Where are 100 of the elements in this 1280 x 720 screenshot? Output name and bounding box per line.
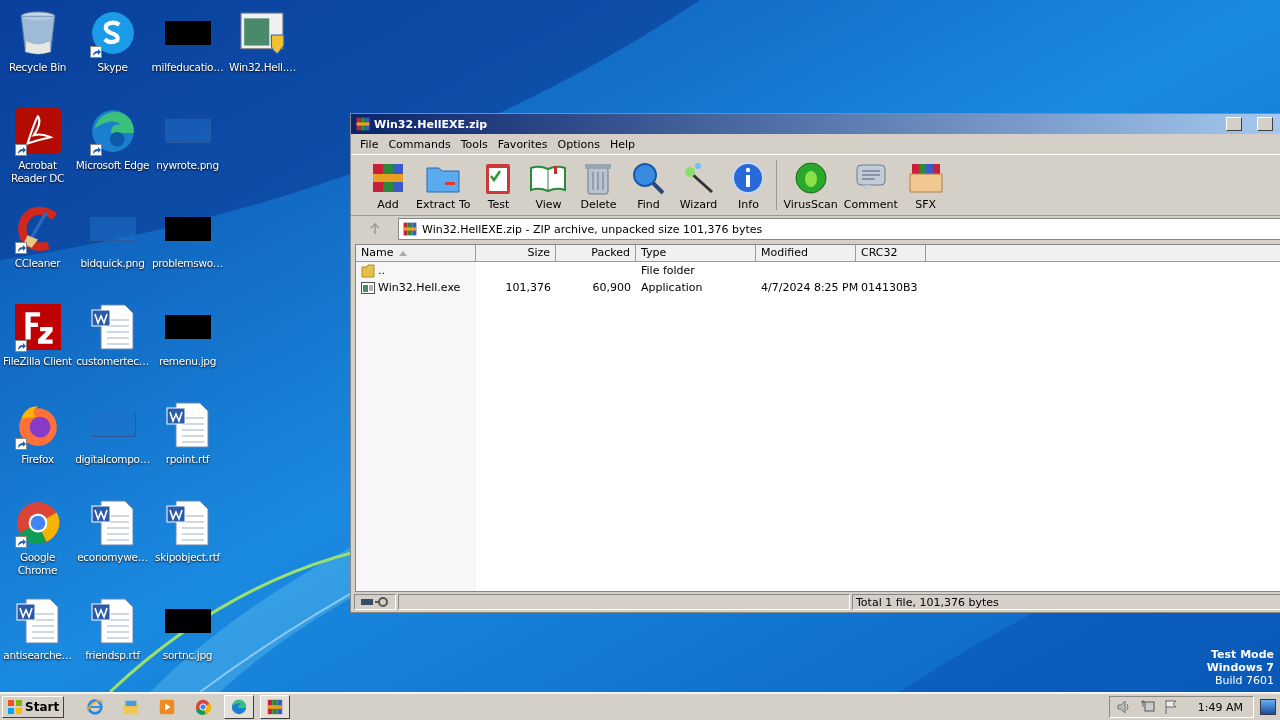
- up-arrow-icon: [370, 223, 380, 235]
- word-document-icon: [164, 402, 211, 448]
- os-build-text: Build 7601: [1214, 674, 1274, 687]
- menu-item[interactable]: File: [355, 137, 384, 151]
- column-header[interactable]: Name: [356, 245, 476, 262]
- shortcut-arrow-icon: [89, 144, 102, 156]
- toolbar-button[interactable]: Info: [723, 160, 774, 215]
- desktop-icon[interactable]: antisearche…: [0, 596, 75, 694]
- toolbar-button[interactable]: SFX: [900, 160, 951, 215]
- toolbar-button[interactable]: Extract To: [413, 160, 474, 215]
- file-row[interactable]: Win32.Hell.exe 101,376 60,900 Application 4/7/2024 8:25 PM 014130B3: [356, 279, 926, 296]
- application-icon: [361, 280, 375, 295]
- table-cell: 101,376: [505, 281, 551, 294]
- toolbar-button[interactable]: View: [523, 160, 574, 215]
- media-icon: [158, 698, 177, 716]
- table-cell: 4/7/2024 8:25 PM: [761, 281, 859, 294]
- desktop-icon[interactable]: Acrobat Reader DC: [0, 106, 75, 204]
- desktop-icon[interactable]: Recycle Bin: [0, 8, 75, 106]
- menu-item[interactable]: Help: [604, 137, 641, 151]
- skype-icon: [89, 10, 136, 56]
- folder-icon: [361, 263, 375, 278]
- start-button[interactable]: Start: [2, 696, 65, 718]
- desktop-icon[interactable]: milfeducatio…: [150, 8, 225, 106]
- word-document-icon: [14, 598, 61, 644]
- desktop-icon[interactable]: CCleaner: [0, 204, 75, 302]
- virus-icon: [792, 160, 829, 196]
- pdf-reader-icon: [14, 108, 61, 154]
- table-cell: ..: [378, 264, 385, 277]
- table-cell: File folder: [641, 264, 695, 277]
- shortcut-arrow-icon: [14, 536, 27, 548]
- menu-item[interactable]: Tools: [455, 137, 493, 151]
- info-icon: [730, 160, 767, 196]
- column-header[interactable]: Type: [636, 245, 756, 262]
- toolbar-button[interactable]: Find: [623, 160, 674, 215]
- word-document-icon: [89, 500, 136, 546]
- desktop-icon[interactable]: problemswo…: [150, 204, 225, 302]
- menu-item[interactable]: Options: [552, 137, 605, 151]
- toolbar-button[interactable]: Test: [473, 160, 524, 215]
- sort-icon: [399, 250, 408, 256]
- speaker-icon[interactable]: [1115, 699, 1132, 715]
- drive-key-icon: [360, 596, 390, 608]
- shortcut-arrow-icon: [14, 438, 27, 450]
- shortcut-arrow-icon: [14, 340, 27, 352]
- menu-item[interactable]: Favorites: [492, 137, 553, 151]
- desktop-icon[interactable]: digitalcompo…: [75, 400, 150, 498]
- desktop-icon[interactable]: sortnc.jpg: [150, 596, 225, 694]
- file-row[interactable]: .. File folder: [356, 262, 926, 279]
- table-cell: Application: [641, 281, 703, 294]
- explorer-icon: [122, 698, 141, 716]
- shortcut-arrow-icon: [14, 242, 27, 254]
- find-icon: [630, 160, 667, 196]
- desktop-icon[interactable]: Win32.Hell.…: [225, 8, 300, 106]
- desktop-icon[interactable]: Microsoft Edge: [75, 106, 150, 204]
- desktop-icon[interactable]: FileZilla Client: [0, 302, 75, 400]
- column-header[interactable]: CRC32: [856, 245, 926, 262]
- column-header[interactable]: Size: [476, 245, 556, 262]
- taskbar-app-button[interactable]: [224, 695, 255, 719]
- desktop-icon[interactable]: skipobject.rtf: [150, 498, 225, 596]
- desktop-icon[interactable]: Skype: [75, 8, 150, 106]
- desktop-icon[interactable]: bidquick.png: [75, 204, 150, 302]
- desktop-icon[interactable]: Google Chrome: [0, 498, 75, 596]
- column-header[interactable]: Modified: [756, 245, 856, 262]
- chrome-icon: [194, 698, 213, 716]
- winrar-icon: [355, 116, 371, 132]
- toolbar-button[interactable]: Add: [363, 160, 413, 215]
- shortcut-arrow-icon: [14, 144, 27, 156]
- desktop-icon[interactable]: friendsp.rtf: [75, 596, 150, 694]
- winrar-icon: [266, 698, 285, 716]
- network-icon[interactable]: [1139, 699, 1156, 715]
- desktop-icon[interactable]: economywe…: [75, 498, 150, 596]
- word-document-icon: [89, 304, 136, 350]
- toolbar-button[interactable]: VirusScan: [780, 160, 841, 215]
- clock-text: 1:49 AM: [1197, 700, 1243, 714]
- desktop-icon[interactable]: Firefox: [0, 400, 75, 498]
- table-cell: 014130B3: [861, 281, 918, 294]
- maximize-button[interactable]: [1257, 117, 1273, 131]
- toolbar-button[interactable]: Wizard: [673, 160, 724, 215]
- ie-icon: [86, 698, 105, 716]
- column-header[interactable]: Packed: [556, 245, 636, 262]
- status-text: Total 1 file, 101,376 bytes: [856, 595, 999, 609]
- filezilla-icon: [14, 304, 61, 350]
- desktop-icon[interactable]: rpoint.rtf: [150, 400, 225, 498]
- os-build-text: Windows 7: [1206, 661, 1274, 674]
- minimize-button[interactable]: [1226, 117, 1242, 131]
- table-cell: 60,900: [592, 281, 631, 294]
- desktop-icon[interactable]: customertec…: [75, 302, 150, 400]
- desktop-icon[interactable]: nywrote.png: [150, 106, 225, 204]
- desktop-icon[interactable]: remenu.jpg: [150, 302, 225, 400]
- show-desktop-button[interactable]: [1260, 699, 1276, 715]
- toolbar-button[interactable]: Delete: [573, 160, 624, 215]
- application-window-icon: [239, 10, 286, 56]
- menu-item[interactable]: Commands: [383, 137, 456, 151]
- taskbar-app-button[interactable]: [260, 695, 291, 719]
- table-cell: Win32.Hell.exe: [378, 281, 461, 294]
- shortcut-arrow-icon: [89, 46, 102, 58]
- chrome-icon: [14, 500, 61, 546]
- windows-logo-icon: [7, 699, 23, 715]
- edge-browser-icon: [89, 108, 136, 154]
- toolbar-button[interactable]: Comment: [840, 160, 901, 215]
- address-field[interactable]: Win32.HellEXE.zip - ZIP archive, unpacked size 101,376 bytes: [398, 218, 1280, 240]
